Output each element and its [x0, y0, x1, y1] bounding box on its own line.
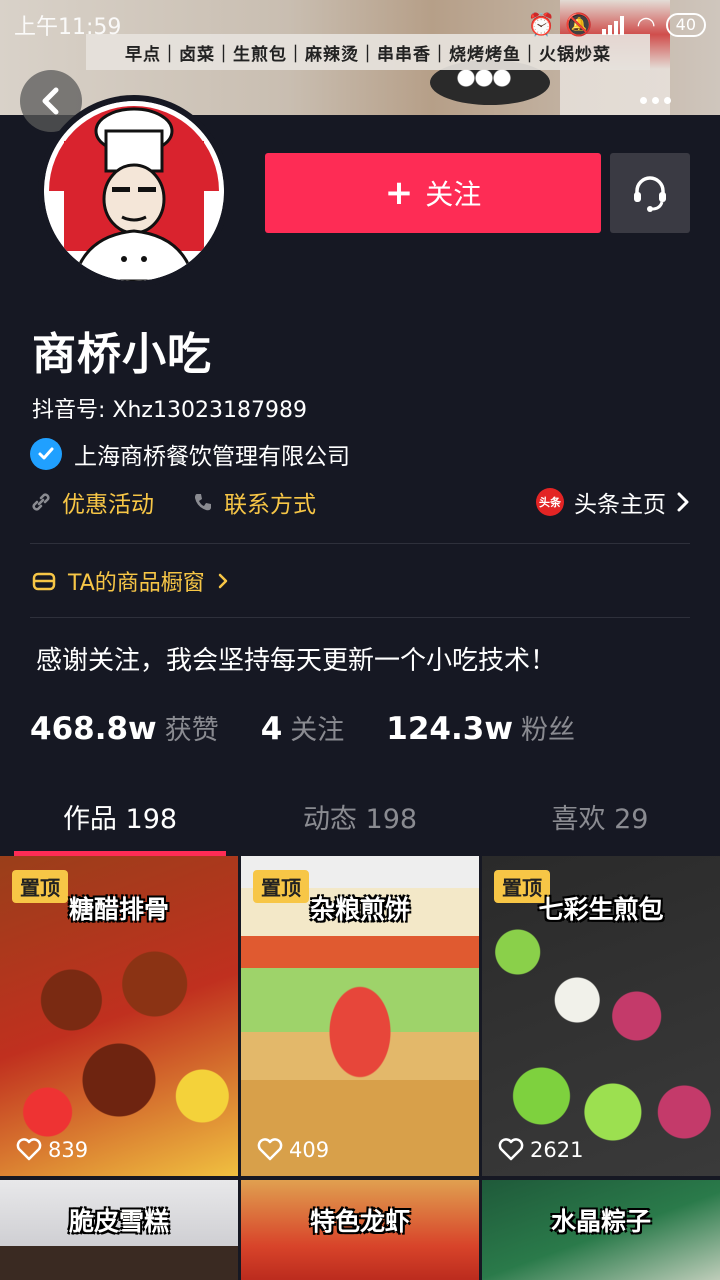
profile-name: 商桥小吃	[32, 329, 212, 380]
video-title: 水晶粽子	[550, 1207, 651, 1236]
chevron-right-icon	[677, 492, 689, 512]
video-thumbnail[interactable]: 置顶 七彩生煎包 2621	[482, 856, 720, 1176]
heart-icon	[498, 1138, 524, 1161]
video-thumbnail[interactable]: 置顶 杂粮煎饼 409	[241, 856, 479, 1176]
follow-button[interactable]: + 关注	[265, 153, 601, 233]
toutiao-label: 头条主页	[574, 492, 666, 518]
divider	[30, 543, 690, 544]
toutiao-logo-icon: 头条	[536, 488, 564, 516]
profile-stats: 468.8w 获赞 4 关注 124.3w 粉丝	[30, 708, 617, 747]
heart-icon	[257, 1138, 283, 1161]
chef-avatar-icon	[44, 101, 224, 281]
stat-label: 关注	[290, 715, 345, 746]
divider	[30, 617, 690, 618]
follow-label: 关注	[425, 178, 482, 211]
verified-check-icon	[30, 438, 62, 470]
profile-links: 优惠活动 联系方式 头条 头条主页	[30, 485, 690, 519]
likes-count: 409	[289, 1138, 330, 1162]
battery-icon: 40	[665, 13, 706, 37]
link-icon	[32, 493, 50, 511]
stat-label: 粉丝	[520, 715, 575, 746]
promo-link[interactable]: 优惠活动	[30, 485, 154, 519]
video-title: 特色龙虾	[309, 1207, 410, 1236]
chevron-left-icon	[42, 87, 59, 115]
shop-icon	[32, 572, 56, 591]
more-dot-icon	[639, 96, 647, 104]
stat-label: 获赞	[164, 715, 219, 746]
video-title: 脆皮雪糕	[68, 1207, 169, 1236]
douyin-id: 抖音号: Xhz13023187989	[32, 398, 307, 423]
promo-label: 优惠活动	[62, 492, 154, 518]
more-dot-icon	[663, 96, 671, 104]
alarm-icon: ⏰	[527, 12, 556, 38]
video-title: 糖醋排骨	[68, 895, 169, 924]
plus-icon: +	[384, 173, 414, 213]
verified-company: 上海商桥餐饮管理有限公司	[74, 444, 350, 470]
stat-following[interactable]: 4 关注	[261, 708, 345, 747]
stat-number: 4	[260, 711, 283, 747]
toutiao-link[interactable]: 头条 头条主页	[536, 485, 690, 519]
likes-count: 2621	[530, 1138, 584, 1162]
stat-number: 124.3w	[386, 711, 513, 747]
video-title: 七彩生煎包	[538, 895, 664, 924]
message-button[interactable]	[610, 153, 690, 233]
shop-window-label: TA的商品橱窗	[68, 571, 205, 596]
status-bar: 上午11:59 ⏰ 🔕 ◠ 40	[0, 0, 720, 50]
tab-works[interactable]: 作品 198	[0, 790, 240, 856]
stat-likes: 468.8w 获赞	[30, 708, 219, 747]
video-likes: 839	[16, 1138, 88, 1162]
wifi-icon: ◠	[636, 12, 656, 38]
video-grid: 置顶 糖醋排骨 839 置顶 杂粮煎饼 409 置顶 七彩生煎包 2621 脆皮…	[0, 856, 720, 1280]
video-thumbnail[interactable]: 水晶粽子	[482, 1180, 720, 1280]
likes-count: 839	[48, 1138, 89, 1162]
avatar[interactable]	[38, 95, 230, 287]
more-button[interactable]	[625, 85, 685, 115]
video-thumbnail[interactable]: 置顶 糖醋排骨 839	[0, 856, 238, 1176]
shop-window-link[interactable]: TA的商品橱窗	[32, 565, 229, 597]
headset-icon	[634, 176, 666, 212]
contact-link[interactable]: 联系方式	[192, 485, 316, 519]
more-dot-icon	[651, 96, 659, 104]
signal-icon	[602, 15, 626, 35]
video-likes: 409	[257, 1138, 329, 1162]
profile-bio: 感谢关注，我会坚持每天更新一个小吃技术！	[36, 646, 557, 676]
video-likes: 2621	[498, 1138, 583, 1162]
stat-number: 468.8w	[30, 711, 157, 747]
tab-likes[interactable]: 喜欢 29	[480, 790, 720, 856]
status-time: 上午11:59	[14, 15, 122, 40]
tab-moments[interactable]: 动态 198	[240, 790, 480, 856]
contact-label: 联系方式	[224, 492, 316, 518]
verification: 上海商桥餐饮管理有限公司	[30, 437, 350, 471]
video-title: 杂粮煎饼	[309, 895, 410, 924]
heart-icon	[16, 1138, 42, 1161]
stat-followers[interactable]: 124.3w 粉丝	[386, 708, 575, 747]
content-tabs: 作品 198 动态 198 喜欢 29	[0, 790, 720, 856]
status-icons: ⏰ 🔕 ◠ 40	[528, 13, 706, 38]
chevron-right-icon	[218, 573, 228, 589]
video-thumbnail[interactable]: 脆皮雪糕	[0, 1180, 238, 1280]
mute-icon: 🔕	[565, 12, 593, 38]
video-thumbnail[interactable]: 特色龙虾	[241, 1180, 479, 1280]
phone-icon	[195, 494, 211, 511]
avatar-image	[44, 101, 224, 281]
